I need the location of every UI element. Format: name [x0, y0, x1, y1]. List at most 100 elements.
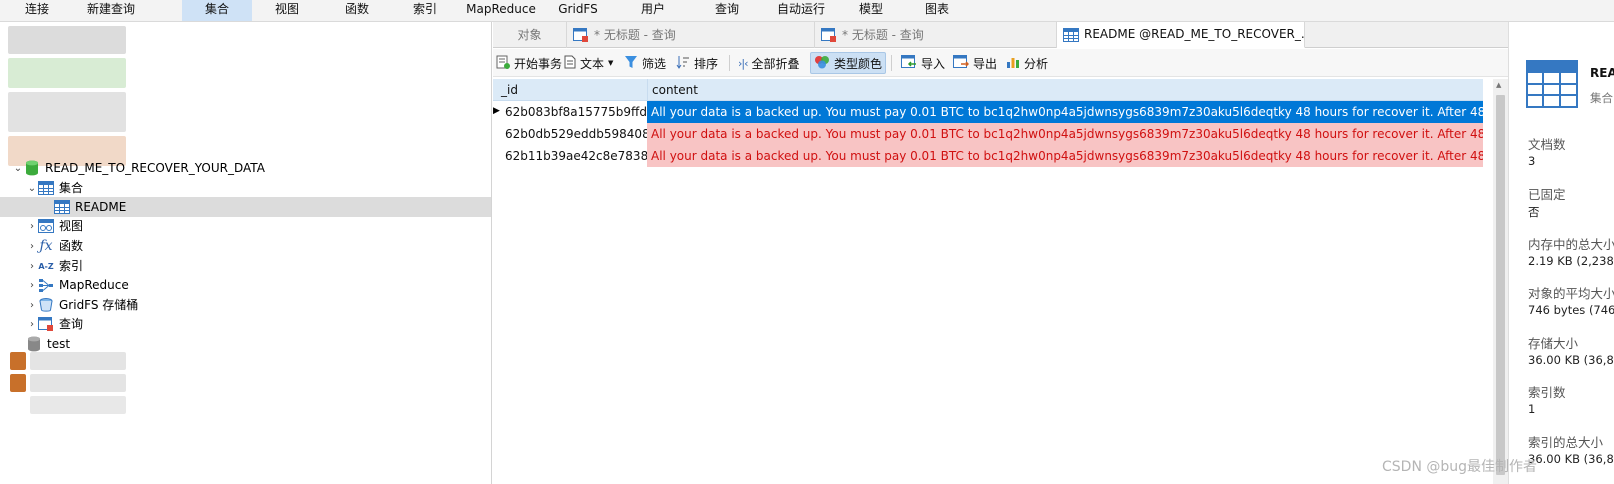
prop-value: 746 bytes (746) — [1528, 303, 1614, 317]
cell-id[interactable]: 62b0db529eddb5984080l — [501, 123, 647, 145]
app-window: 连接 新建查询 集合 视图 函数 索引 MapReduce GridFS 用户 … — [0, 0, 1614, 484]
menu-collection[interactable]: 集合 — [182, 0, 252, 21]
menu-function[interactable]: 函数 — [334, 0, 380, 21]
tree-indexes-label: 索引 — [59, 259, 84, 273]
import-button[interactable]: 导入 — [898, 52, 948, 74]
prop-value: 36.00 KB (36,86 — [1528, 452, 1614, 466]
tab-untitled-query-2[interactable]: * 无标题 - 查询 — [815, 22, 1057, 48]
table-icon — [1063, 27, 1079, 43]
query-icon — [821, 27, 837, 43]
export-button[interactable]: 导出 — [950, 52, 1000, 74]
sort-button[interactable]: 排序 — [673, 52, 721, 74]
analyze-button[interactable]: 分析 — [1003, 52, 1051, 74]
chevron-right-icon[interactable]: › — [26, 216, 38, 236]
prop-value: 3 — [1528, 154, 1536, 168]
filter-label: 筛选 — [642, 56, 667, 71]
tree-mapreduce[interactable]: › MapReduce — [0, 275, 491, 295]
prop-label: 文档数 — [1528, 137, 1566, 152]
tree-mapreduce-label: MapReduce — [59, 278, 129, 292]
chevron-right-icon[interactable]: › — [26, 295, 38, 315]
redacted-connection — [8, 58, 126, 88]
tab-readme-collection-label: README @READ_ME_TO_RECOVER_... — [1084, 27, 1305, 41]
tree-database-test[interactable]: test — [0, 334, 491, 354]
cell-id[interactable]: 62b083bf8a15775b9ffd0e — [501, 101, 647, 123]
properties-panel: REA 集合 文档数 3 已固定 否 内存中的总大小 2.19 KB (2,23… — [1508, 22, 1614, 484]
menu-bar: 连接 新建查询 集合 视图 函数 索引 MapReduce GridFS 用户 … — [0, 0, 1614, 22]
collapse-all-button[interactable]: ›|‹ 全部折叠 — [735, 52, 803, 74]
scrollbar-thumb[interactable] — [1496, 95, 1505, 475]
tab-untitled-query-1[interactable]: * 无标题 - 查询 — [567, 22, 815, 48]
chevron-right-icon[interactable]: › — [26, 275, 38, 295]
tree-views-label: 视图 — [59, 219, 84, 233]
gridfs-bucket-icon — [38, 297, 54, 313]
tree-indexes[interactable]: › A-Z 索引 — [0, 256, 491, 276]
view-icon — [38, 218, 54, 234]
cell-content[interactable]: All your data is a backed up. You must p… — [647, 123, 1483, 145]
cell-content[interactable]: All your data is a backed up. You must p… — [647, 101, 1483, 123]
cell-content[interactable]: All your data is a backed up. You must p… — [647, 145, 1483, 167]
scroll-up-icon[interactable]: ▲ — [1496, 81, 1501, 89]
tree-collection-readme[interactable]: README — [0, 197, 491, 217]
table-row[interactable]: 62b0db529eddb5984080l All your data is a… — [493, 123, 1483, 145]
menu-connect[interactable]: 连接 — [14, 0, 60, 21]
export-label: 导出 — [973, 56, 998, 71]
color-palette-icon — [814, 55, 830, 72]
tree-collection-readme-label: README — [75, 200, 127, 214]
tree-gridfs[interactable]: › GridFS 存储桶 — [0, 295, 491, 315]
mapreduce-icon — [38, 277, 54, 293]
collapse-icon: ›|‹ — [738, 56, 748, 70]
vertical-scrollbar[interactable]: ▲ — [1493, 79, 1508, 484]
menu-new-query[interactable]: 新建查询 — [78, 0, 144, 21]
text-view-button[interactable]: 文本 ▼ — [561, 52, 616, 74]
filter-button[interactable]: 筛选 — [621, 52, 669, 74]
export-icon — [953, 54, 970, 72]
redacted-connection-icon — [10, 352, 26, 370]
type-color-label: 类型颜色 — [834, 56, 883, 71]
import-label: 导入 — [921, 56, 946, 71]
cell-id[interactable]: 62b11b39ae42c8e783805 — [501, 145, 647, 167]
menu-view[interactable]: 视图 — [262, 0, 312, 21]
menu-chart[interactable]: 图表 — [914, 0, 960, 21]
tree-functions[interactable]: › ƒx 函数 — [0, 236, 491, 256]
tree-collections-label: 集合 — [59, 181, 84, 195]
toolbar-separator — [891, 55, 892, 71]
chevron-down-icon[interactable]: ⌄ — [26, 178, 38, 198]
table-icon — [38, 180, 54, 196]
transaction-icon — [496, 55, 510, 72]
type-color-button[interactable]: 类型颜色 — [810, 52, 887, 74]
redacted-connection — [30, 396, 126, 414]
menu-user[interactable]: 用户 — [630, 0, 676, 21]
tree-views[interactable]: › 视图 — [0, 216, 491, 236]
tree-gridfs-label: GridFS 存储桶 — [59, 298, 139, 312]
database-icon — [24, 160, 40, 176]
database-icon — [26, 336, 42, 352]
menu-index[interactable]: 索引 — [402, 0, 448, 21]
menu-query[interactable]: 查询 — [704, 0, 750, 21]
chevron-right-icon[interactable]: › — [26, 256, 38, 276]
menu-mapreduce[interactable]: MapReduce — [464, 0, 538, 21]
chevron-right-icon[interactable]: › — [26, 314, 38, 334]
tree-queries-label: 查询 — [59, 317, 84, 331]
tree-collections-group[interactable]: ⌄ 集合 — [0, 178, 491, 198]
column-header-content[interactable]: content — [647, 79, 1483, 101]
table-row[interactable]: ▶ 62b083bf8a15775b9ffd0e All your data i… — [493, 101, 1483, 123]
document-icon — [564, 55, 576, 72]
column-header-id[interactable]: _id — [493, 79, 647, 101]
menu-automation[interactable]: 自动运行 — [770, 0, 832, 21]
tab-readme-collection[interactable]: README @READ_ME_TO_RECOVER_... — [1057, 22, 1305, 48]
table-icon — [54, 199, 70, 215]
chevron-down-icon[interactable]: ⌄ — [12, 158, 24, 178]
prop-label: 对象的平均大小 — [1528, 286, 1614, 301]
query-icon — [38, 316, 54, 332]
begin-transaction-button[interactable]: 开始事务 — [493, 52, 565, 74]
tree-database[interactable]: ⌄ READ_ME_TO_RECOVER_YOUR_DATA — [0, 158, 491, 178]
redacted-connection — [30, 374, 126, 392]
tree-queries[interactable]: › 查询 — [0, 314, 491, 334]
menu-gridfs[interactable]: GridFS — [552, 0, 604, 21]
prop-value: 1 — [1528, 402, 1536, 416]
tab-objects[interactable]: 对象 — [493, 22, 567, 48]
chevron-right-icon[interactable]: › — [26, 236, 38, 256]
menu-model[interactable]: 模型 — [848, 0, 894, 21]
import-icon — [901, 54, 917, 72]
table-row[interactable]: 62b11b39ae42c8e783805 All your data is a… — [493, 145, 1483, 167]
